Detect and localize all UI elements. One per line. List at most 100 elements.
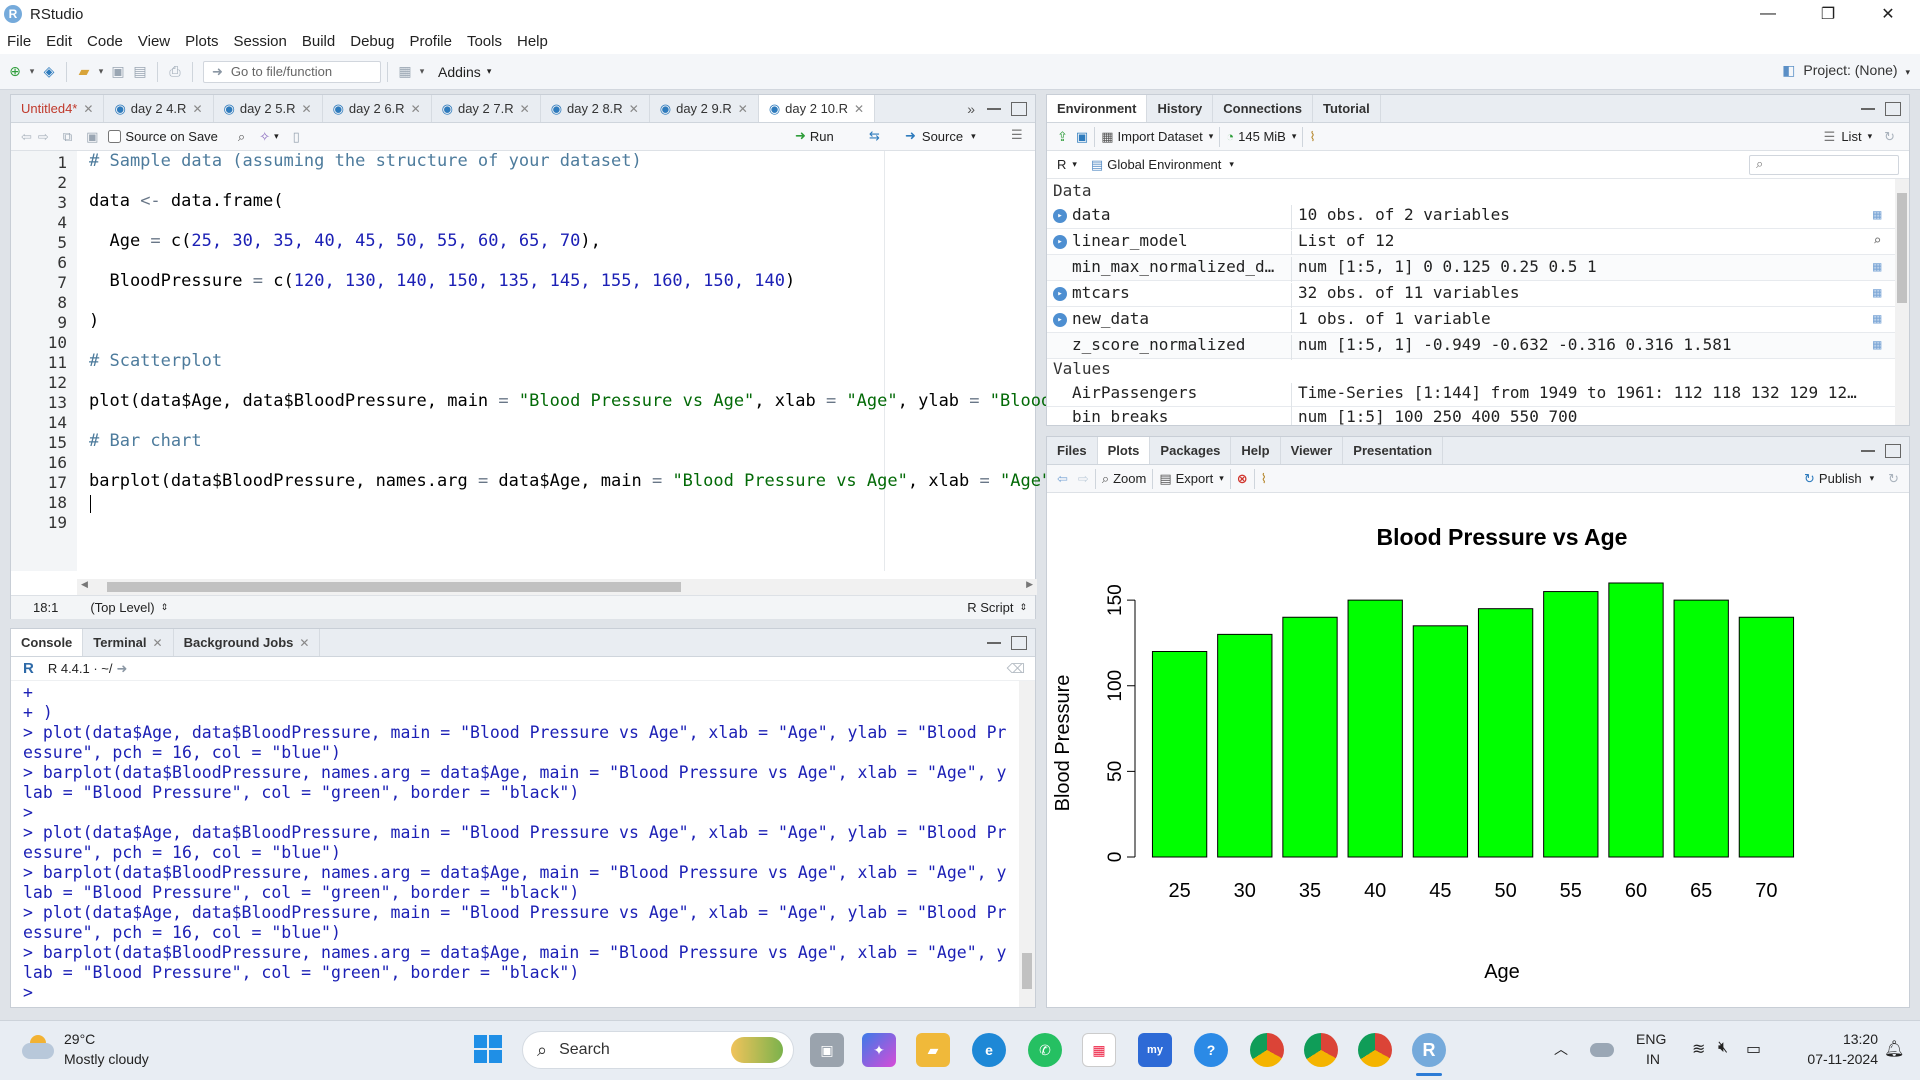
save-all-icon[interactable]: ▤ xyxy=(129,61,151,83)
new-file-icon[interactable]: ⊕ xyxy=(4,61,26,83)
wifi-icon[interactable]: ≋ xyxy=(1692,1039,1705,1059)
tab-presentation[interactable]: Presentation xyxy=(1343,437,1444,464)
back-arrow-icon[interactable]: ⇦ xyxy=(21,129,32,145)
memory-usage[interactable]: 145 MiB xyxy=(1238,129,1286,144)
clock-time[interactable]: 13:20 xyxy=(1822,1031,1878,1047)
open-folder-icon[interactable]: ▰ xyxy=(73,61,95,83)
whatsapp-icon[interactable]: ✆ xyxy=(1028,1033,1062,1067)
save-icon[interactable]: ▣ xyxy=(107,61,129,83)
load-workspace-icon[interactable]: ⇪ xyxy=(1057,129,1068,145)
env-row-mtcars[interactable]: ▸ mtcars 32 obs. of 11 variables xyxy=(1047,281,1897,308)
view-data-icon[interactable]: ▦ xyxy=(1873,259,1881,275)
chevron-down-icon[interactable]: ▾ xyxy=(1072,159,1077,170)
menu-view[interactable]: View xyxy=(131,33,178,50)
save-workspace-icon[interactable]: ▣ xyxy=(1076,129,1088,145)
menu-help[interactable]: Help xyxy=(510,33,556,50)
grid-layout-icon[interactable]: ▦ xyxy=(394,61,416,83)
tab-help[interactable]: Help xyxy=(1231,437,1281,464)
tab-files[interactable]: Files xyxy=(1047,437,1098,464)
chevron-down-icon[interactable]: ▾ xyxy=(1870,473,1875,484)
language-indicator[interactable]: ENG xyxy=(1636,1031,1666,1047)
close-icon[interactable]: ✕ xyxy=(302,102,312,116)
chevron-down-icon[interactable]: ▾ xyxy=(416,61,428,83)
scroll-left-icon[interactable]: ◀ xyxy=(81,579,88,590)
minimize-pane-icon[interactable] xyxy=(987,107,1001,110)
refresh-icon[interactable]: ↻ xyxy=(1888,471,1899,487)
edge-browser-icon[interactable]: e xyxy=(972,1033,1006,1067)
vertical-scrollbar[interactable] xyxy=(1019,681,1035,1007)
chevron-down-icon[interactable]: ▾ xyxy=(1219,473,1224,484)
taskbar-search-input[interactable]: ⌕ Search xyxy=(522,1031,794,1069)
vertical-scrollbar[interactable] xyxy=(1895,179,1909,425)
minimize-pane-icon[interactable] xyxy=(1861,107,1875,110)
close-icon[interactable]: ✕ xyxy=(299,636,309,650)
previous-plot-icon[interactable]: ⇦ xyxy=(1057,471,1068,487)
chevron-down-icon[interactable]: ▾ xyxy=(1209,131,1214,142)
tab-day-2-4[interactable]: ◉ day 2 4.R ✕ xyxy=(104,95,214,122)
close-icon[interactable]: ✕ xyxy=(192,102,202,116)
magic-wand-icon[interactable]: ✧ xyxy=(259,129,270,145)
export-button[interactable]: Export xyxy=(1176,471,1214,486)
tab-day-2-9[interactable]: ◉ day 2 9.R ✕ xyxy=(650,95,759,122)
outline-icon[interactable]: ☰ xyxy=(1011,127,1023,143)
scrollbar-thumb[interactable] xyxy=(1022,953,1032,989)
horizontal-scrollbar[interactable]: ◀ ▶ xyxy=(77,579,1037,595)
expand-icon[interactable]: ▸ xyxy=(1053,287,1067,301)
tab-connections[interactable]: Connections xyxy=(1213,95,1313,122)
scrollbar-thumb[interactable] xyxy=(1897,193,1907,303)
menu-build[interactable]: Build xyxy=(295,33,343,50)
new-project-icon[interactable]: ◈ xyxy=(38,61,60,83)
minimize-pane-icon[interactable] xyxy=(1861,449,1875,452)
console-output[interactable]: + + ) > plot(data$Age, data$BloodPressur… xyxy=(11,681,1019,1007)
view-mode-selector[interactable]: List xyxy=(1841,129,1861,144)
tab-history[interactable]: History xyxy=(1147,95,1214,122)
rerun-icon[interactable]: ⇆ xyxy=(869,128,880,144)
language-selector[interactable]: R xyxy=(1057,157,1066,172)
file-explorer-icon[interactable]: ▰ xyxy=(916,1033,950,1067)
go-to-file-input[interactable]: ➜ Go to file/function xyxy=(203,60,381,83)
rstudio-taskbar-icon[interactable]: R xyxy=(1412,1033,1446,1067)
mylip-app-icon[interactable]: my xyxy=(1138,1033,1172,1067)
task-view-icon[interactable]: ▣ xyxy=(810,1033,844,1067)
next-plot-icon[interactable]: ⇨ xyxy=(1078,471,1089,487)
menu-debug[interactable]: Debug xyxy=(343,33,402,50)
menu-edit[interactable]: Edit xyxy=(39,33,80,50)
copilot-icon[interactable]: ✦ xyxy=(862,1033,896,1067)
chevron-down-icon[interactable]: ▾ xyxy=(1868,131,1873,142)
notification-bell-icon[interactable]: 🔔︎ xyxy=(1884,1039,1904,1059)
help-icon[interactable]: ? xyxy=(1194,1033,1228,1067)
maximize-pane-icon[interactable] xyxy=(1011,101,1027,116)
more-tabs-icon[interactable]: » xyxy=(967,101,975,117)
onedrive-cloud-icon[interactable] xyxy=(1590,1043,1614,1057)
menu-session[interactable]: Session xyxy=(227,33,295,50)
tab-background-jobs[interactable]: Background Jobs ✕ xyxy=(174,629,321,656)
battery-icon[interactable]: ▭ xyxy=(1746,1039,1761,1059)
scroll-right-icon[interactable]: ▶ xyxy=(1026,579,1033,590)
save-icon[interactable]: ▣ xyxy=(86,129,98,145)
expand-icon[interactable]: ▸ xyxy=(1053,209,1067,223)
chrome-profile-icon[interactable] xyxy=(1304,1033,1338,1067)
environment-search-input[interactable]: ⌕ xyxy=(1749,155,1899,175)
weather-description[interactable]: Mostly cloudy xyxy=(64,1051,149,1067)
scrollbar-thumb[interactable] xyxy=(107,582,681,592)
close-icon[interactable]: ✕ xyxy=(629,102,639,116)
project-menu[interactable]: ◧ Project: (None) ▾ xyxy=(1782,62,1910,79)
run-button[interactable]: ➜ Run xyxy=(795,128,834,144)
clock-date[interactable]: 07-11-2024 xyxy=(1796,1051,1878,1067)
close-icon[interactable]: ✕ xyxy=(153,636,163,650)
tab-packages[interactable]: Packages xyxy=(1150,437,1232,464)
env-row-new-data[interactable]: ▸ new_data 1 obs. of 1 variable xyxy=(1047,307,1897,334)
menu-tools[interactable]: Tools xyxy=(460,33,510,50)
microsoft-store-icon[interactable]: ▦ xyxy=(1082,1033,1116,1067)
chevron-down-icon[interactable]: ▾ xyxy=(26,61,38,83)
menu-code[interactable]: Code xyxy=(80,33,131,50)
view-data-icon[interactable]: ▦ xyxy=(1873,311,1881,327)
tab-day-2-5[interactable]: ◉ day 2 5.R ✕ xyxy=(214,95,323,122)
close-icon[interactable]: ✕ xyxy=(520,102,530,116)
view-data-icon[interactable]: ▦ xyxy=(1873,337,1881,353)
import-dataset-button[interactable]: Import Dataset xyxy=(1118,129,1203,144)
env-row-data[interactable]: ▸ data 10 obs. of 2 variables xyxy=(1047,203,1897,230)
search-icon[interactable]: ⌕ xyxy=(1873,233,1881,249)
chrome-icon[interactable] xyxy=(1250,1033,1284,1067)
tab-day-2-7[interactable]: ◉ day 2 7.R ✕ xyxy=(432,95,541,122)
